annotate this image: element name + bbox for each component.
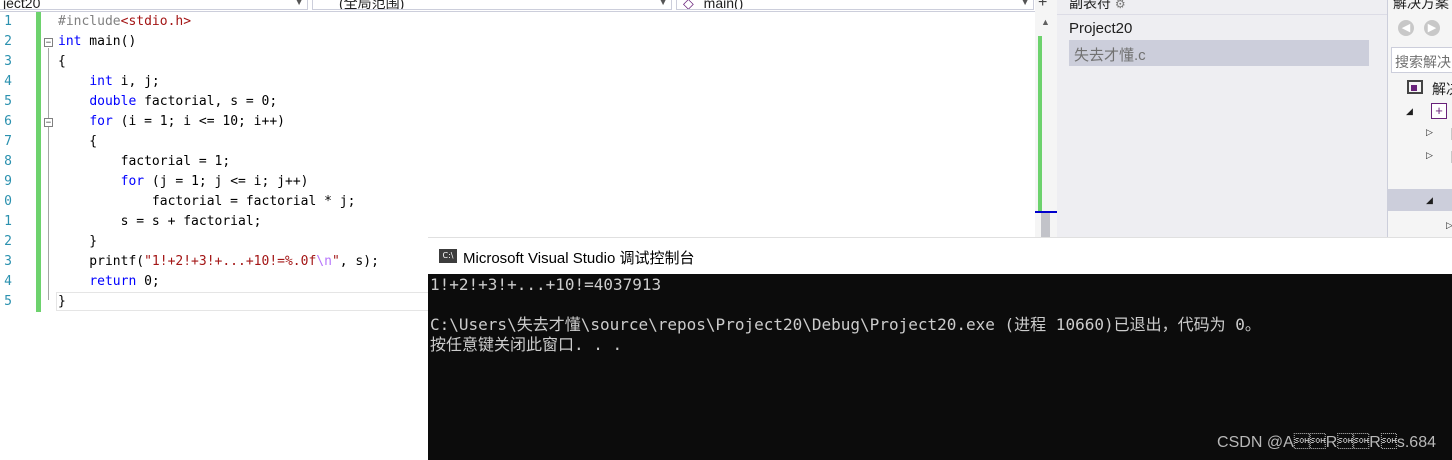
function-combo-value: main() (703, 0, 744, 10)
chevron-down-icon: ▼ (294, 0, 304, 8)
panel-header-label: 副表符 (1069, 0, 1111, 11)
line-number: 2 (4, 34, 12, 49)
solution-node[interactable]: 解决 (1432, 79, 1452, 99)
solution-icon (1407, 80, 1423, 94)
project-node[interactable]: Project20 (1069, 20, 1132, 37)
line-number: 5 (4, 94, 12, 109)
code-line[interactable]: { (58, 52, 379, 72)
code-line[interactable]: double factorial, s = 0; (58, 92, 379, 112)
panel-header: 副表符 ⚙ (1069, 0, 1126, 13)
line-number: 6 (4, 114, 12, 129)
project-combo[interactable]: ject20 ▼ (0, 0, 308, 10)
console-title: Microsoft Visual Studio 调试控制台 (463, 250, 695, 267)
watermark: CSDN @ARRs.684 (1217, 434, 1436, 451)
search-placeholder: 搜索解决 (1395, 54, 1451, 70)
collapsed-arrow-icon[interactable]: ▷ (1446, 220, 1452, 231)
line-number: 0 (4, 194, 12, 209)
scope-combo-value: (全局范围) (339, 0, 405, 10)
add-icon[interactable]: + (1038, 0, 1047, 12)
console-line: 1!+2!+3!+...+10!=4037913 (430, 275, 662, 294)
function-icon: ◇ (683, 0, 694, 10)
line-number: 7 (4, 134, 12, 149)
line-number: 1 (4, 14, 12, 29)
line-number: 3 (4, 54, 12, 69)
line-number: 4 (4, 274, 12, 289)
panel-title: 解决方案 (1393, 0, 1449, 11)
line-number: 1 (4, 214, 12, 229)
gear-icon[interactable]: ⚙ (1115, 0, 1126, 11)
navigation-bar: ject20 ▼ (全局范围) ▼ ◇ main() ▼ (0, 0, 1035, 12)
code-line[interactable]: int i, j; (58, 72, 379, 92)
line-number: 9 (4, 174, 12, 189)
collapse-icon[interactable]: − (44, 118, 53, 128)
code-line[interactable]: { (58, 132, 379, 152)
code-line[interactable]: for (i = 1; i <= 10; i++) (58, 112, 379, 132)
line-number: 2 (4, 234, 12, 249)
code-line[interactable]: #include<stdio.h> (58, 12, 379, 32)
scrollbar-change-marker (1038, 36, 1042, 211)
code-line[interactable]: } (58, 292, 379, 312)
expanded-arrow-icon[interactable]: ◢ (1426, 195, 1433, 206)
scroll-up-icon[interactable]: ▲ (1041, 17, 1050, 27)
editor-scrollbar[interactable]: ▲ (1035, 0, 1059, 240)
expanded-arrow-icon[interactable]: ◢ (1406, 106, 1413, 117)
line-number: 5 (4, 294, 12, 309)
code-line[interactable]: factorial = factorial * j; (58, 192, 379, 212)
code-line[interactable]: printf("1!+2!+3!+...+10!=%.0f\n", s); (58, 252, 379, 272)
code-line[interactable]: s = s + factorial; (58, 212, 379, 232)
line-number: 8 (4, 154, 12, 169)
code-line[interactable]: factorial = 1; (58, 152, 379, 172)
project-icon: + (1431, 103, 1447, 119)
function-combo[interactable]: ◇ main() ▼ (676, 0, 1034, 10)
console-line: 按任意键关闭此窗口. . . (430, 335, 623, 354)
console-app-icon: C:\ (439, 249, 457, 263)
divider (1057, 14, 1387, 15)
chevron-down-icon: ▼ (658, 0, 668, 8)
file-node-selected[interactable]: 失去才懂.c (1069, 40, 1369, 66)
selected-tree-row[interactable]: ◢ (1388, 189, 1452, 211)
console-line: C:\Users\失去才懂\source\repos\Project20\Deb… (430, 315, 1261, 334)
code-line[interactable]: for (j = 1; j <= i; j++) (58, 172, 379, 192)
change-tracking-bar (36, 12, 41, 312)
code-line[interactable]: } (58, 232, 379, 252)
line-number: 4 (4, 74, 12, 89)
bookmark-panel: 副表符 ⚙ Project20 失去才懂.c (1057, 0, 1387, 240)
debug-console-window[interactable]: C:\ Microsoft Visual Studio 调试控制台 1!+2!+… (428, 237, 1452, 460)
collapse-icon[interactable]: − (44, 38, 53, 48)
collapsed-arrow-icon[interactable]: ▷ (1426, 127, 1433, 138)
file-node-label: 失去才懂.c (1074, 47, 1146, 64)
scrollbar-thumb[interactable] (1041, 213, 1050, 240)
solution-explorer-panel: 解决方案 ◀ ▶ 搜索解决 解决 ◢ + ▷ ▷ ◢ ▷ (1387, 0, 1452, 240)
project-combo-value: ject20 (3, 0, 41, 10)
back-icon[interactable]: ◀ (1398, 20, 1414, 36)
line-number-gutter: 1 2 3 4 5 6 7 8 9 0 1 2 3 4 5 (0, 12, 14, 312)
chevron-down-icon: ▼ (1020, 0, 1030, 8)
fold-guide-line (48, 128, 49, 240)
collapsed-arrow-icon[interactable]: ▷ (1426, 150, 1433, 161)
search-input[interactable]: 搜索解决 (1391, 47, 1452, 73)
line-number: 3 (4, 254, 12, 269)
scope-combo[interactable]: (全局范围) ▼ (312, 0, 672, 10)
console-output: 1!+2!+3!+...+10!=4037913 C:\Users\失去才懂\s… (430, 275, 1261, 355)
code-text[interactable]: #include<stdio.h> int main(){ int i, j; d… (58, 12, 379, 312)
code-line[interactable]: return 0; (58, 272, 379, 292)
console-title-bar[interactable]: C:\ Microsoft Visual Studio 调试控制台 (428, 237, 1452, 274)
code-line[interactable]: int main() (58, 32, 379, 52)
forward-icon[interactable]: ▶ (1424, 20, 1440, 36)
